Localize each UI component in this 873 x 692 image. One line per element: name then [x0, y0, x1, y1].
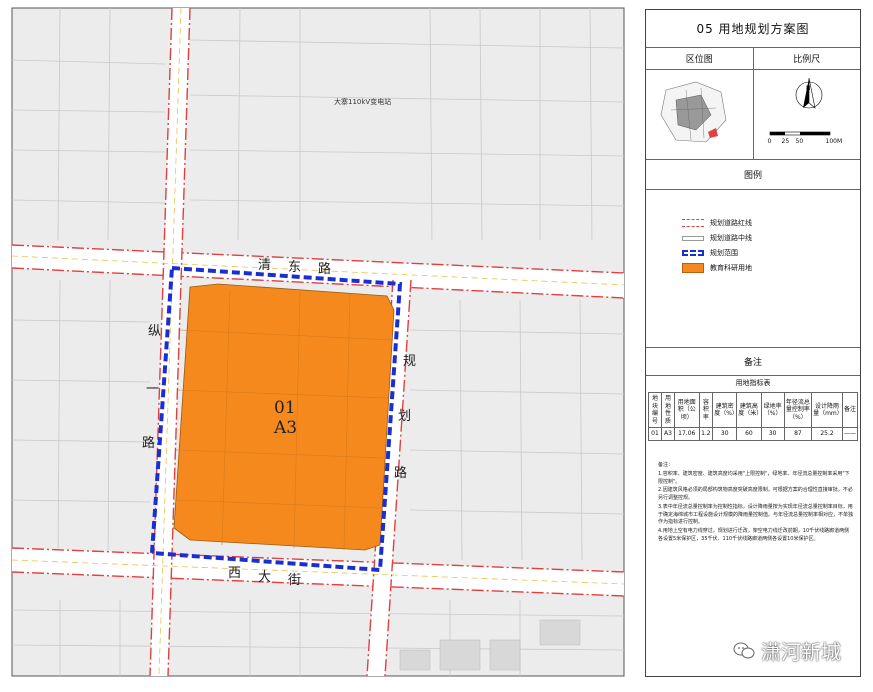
table-cell: ——	[841, 427, 859, 441]
table-cell: 30	[712, 427, 738, 441]
table-header-cell: 建筑高度（米）	[736, 392, 762, 428]
panel-subheader: 区位图 比例尺	[646, 48, 860, 70]
legend: 规划道路红线 规划道路中线 规划范围 教育科研用地	[646, 190, 860, 348]
table-header-row: 地块编号 用地性质 用地面积（公顷） 容积率 建筑密度（%） 建筑高度（米） 绿…	[648, 392, 859, 428]
legend-label: 规划范围	[710, 249, 738, 257]
scale-tick-2: 50	[795, 138, 804, 145]
table-header-cell: 建筑密度（%）	[712, 392, 738, 428]
road-label-east-2: 划	[398, 409, 412, 424]
map-info-panel: 05 用地规划方案图 区位图 比例尺 N 0 25 50 100M 图例 规划道…	[645, 9, 861, 677]
legend-title: 图例	[646, 160, 860, 190]
land-index-table: 地块编号 用地性质 用地面积（公顷） 容积率 建筑密度（%） 建筑高度（米） 绿…	[648, 392, 859, 441]
road-label-north-3: 路	[318, 262, 332, 277]
note-item: 2.因建筑风格必须的局部构筑物高度突破高度限制，可根据方案的合理性直接审批，不必…	[658, 487, 853, 501]
road-label-east-3: 路	[394, 466, 408, 481]
substation-label: 大寨110kV变电站	[334, 98, 392, 106]
road-label-south-2: 大	[258, 570, 272, 585]
note-item: 4.用地上空有电力线穿过，规划进行迁改，架空电力线迁改前期，10千伏线路廊道两侧…	[658, 528, 850, 542]
road-label-north-2: 东	[288, 260, 302, 275]
land-use-map[interactable]: 大寨110kV变电站 清 东 路 纵 一 路 规 划 路 西 大 街 01 A3	[0, 0, 640, 688]
notes-label: 备注：	[658, 462, 674, 468]
road-label-south-1: 西	[228, 566, 242, 581]
table-cell: 87	[783, 427, 813, 441]
table-row: 01 A3 17.06 1.2 30 60 30 87 25.2 ——	[648, 427, 859, 441]
road-label-east-1: 规	[403, 354, 417, 369]
table-header-cell: 用地面积（公顷）	[674, 392, 700, 428]
road-label-north-1: 清	[258, 258, 272, 273]
panel-title: 05 用地规划方案图	[646, 10, 860, 48]
table-cell: 30	[760, 427, 785, 441]
legend-label: 教育科研用地	[710, 264, 752, 272]
location-map-graphic	[660, 81, 727, 143]
road-label-west-2: 一	[146, 382, 160, 397]
table-header-cell: 绿地率（%）	[760, 392, 785, 428]
table-header-cell: 地块编号	[648, 392, 662, 428]
scale-label: 比例尺	[793, 55, 821, 65]
legend-label: 规划道路红线	[710, 219, 752, 227]
table-header-cell: 用地性质	[660, 392, 676, 428]
legend-item-red-line: 规划道路红线	[682, 218, 752, 228]
table-header-cell: 容积率	[698, 392, 714, 428]
parcel-id-label: 01	[274, 398, 296, 418]
watermark-text: 潇河新城	[761, 640, 841, 664]
index-table-title: 用地指标表	[735, 379, 771, 387]
note-item: 3.表中年径流总量控制率为控制性指标，设计降雨量按为实现年径流总量控制率目标，用…	[658, 503, 854, 526]
road-label-west-3: 路	[142, 436, 156, 451]
legend-label: 规划道路中线	[710, 234, 752, 242]
note-item: 1.容积率、建筑密度、建筑高度均采用"上限控制"，绿地率、年径流总量控制率采用"…	[658, 470, 850, 485]
table-header-cell: 设计降雨量（mm）	[811, 392, 843, 428]
location-scale-row: N 0 25 50 100M	[646, 70, 860, 160]
table-cell: 01	[648, 427, 662, 441]
road-label-south-3: 街	[288, 573, 302, 588]
legend-item-boundary: 规划范围	[682, 248, 738, 258]
parcel-code-label: A3	[274, 418, 298, 438]
scale-tick-3: 100M	[825, 138, 843, 145]
legend-item-center-line: 规划道路中线	[682, 233, 752, 243]
location-map	[646, 70, 754, 159]
table-cell: 60	[736, 427, 762, 441]
notes-title: 备注	[646, 348, 860, 376]
table-cell: 1.2	[698, 427, 714, 441]
table-cell: 17.06	[674, 427, 700, 441]
wechat-icon	[733, 642, 755, 658]
notes-text: 备注： 1.容积率、建筑密度、建筑高度均采用"上限控制"，绿地率、年径流总量控制…	[658, 462, 854, 545]
road-label-west-1: 纵	[148, 324, 162, 339]
map-canvas	[0, 0, 640, 688]
scale-area: N 0 25 50 100M	[754, 70, 861, 159]
scale-tick-0: 0	[767, 138, 772, 145]
legend-item-education-land: 教育科研用地	[682, 263, 752, 273]
table-cell: 25.2	[811, 427, 843, 441]
table-header-cell: 备注	[841, 392, 859, 428]
scale-tick-1: 25	[781, 138, 790, 145]
svg-text:N: N	[806, 85, 811, 92]
location-map-label: 区位图	[646, 48, 754, 69]
table-cell: A3	[660, 427, 676, 441]
table-header-cell: 年径流总量控制率（%）	[783, 392, 813, 428]
watermark: 潇河新城	[733, 636, 841, 665]
